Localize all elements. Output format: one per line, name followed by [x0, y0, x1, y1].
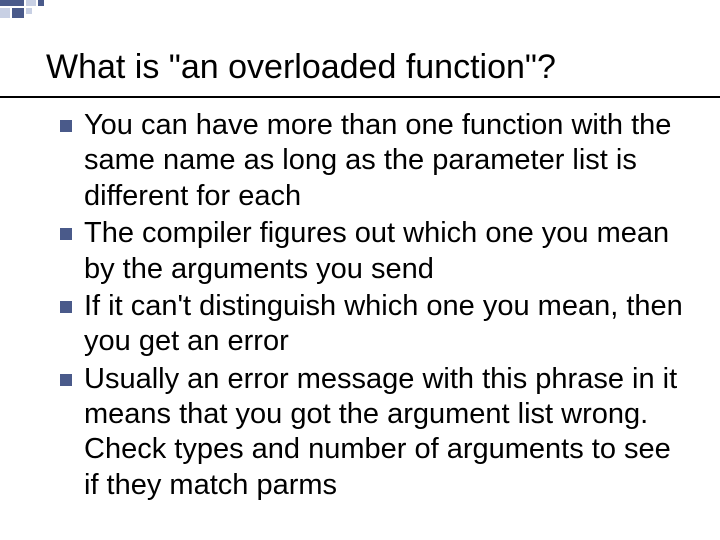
slide-title: What is "an overloaded function"?: [46, 48, 556, 87]
title-underline: [0, 96, 720, 98]
list-item: If it can't distinguish which one you me…: [60, 289, 690, 360]
list-item: Usually an error message with this phras…: [60, 362, 690, 504]
bullet-text: You can have more than one function with…: [84, 108, 690, 214]
square-bullet-icon: [60, 120, 72, 132]
square-bullet-icon: [60, 374, 72, 386]
bullet-text: If it can't distinguish which one you me…: [84, 289, 690, 360]
slide: What is "an overloaded function"? You ca…: [0, 0, 720, 540]
corner-decoration: [0, 0, 56, 22]
square-bullet-icon: [60, 301, 72, 313]
list-item: You can have more than one function with…: [60, 108, 690, 214]
bullet-list: You can have more than one function with…: [60, 108, 690, 505]
bullet-text: Usually an error message with this phras…: [84, 362, 690, 504]
bullet-text: The compiler figures out which one you m…: [84, 216, 690, 287]
square-bullet-icon: [60, 228, 72, 240]
list-item: The compiler figures out which one you m…: [60, 216, 690, 287]
